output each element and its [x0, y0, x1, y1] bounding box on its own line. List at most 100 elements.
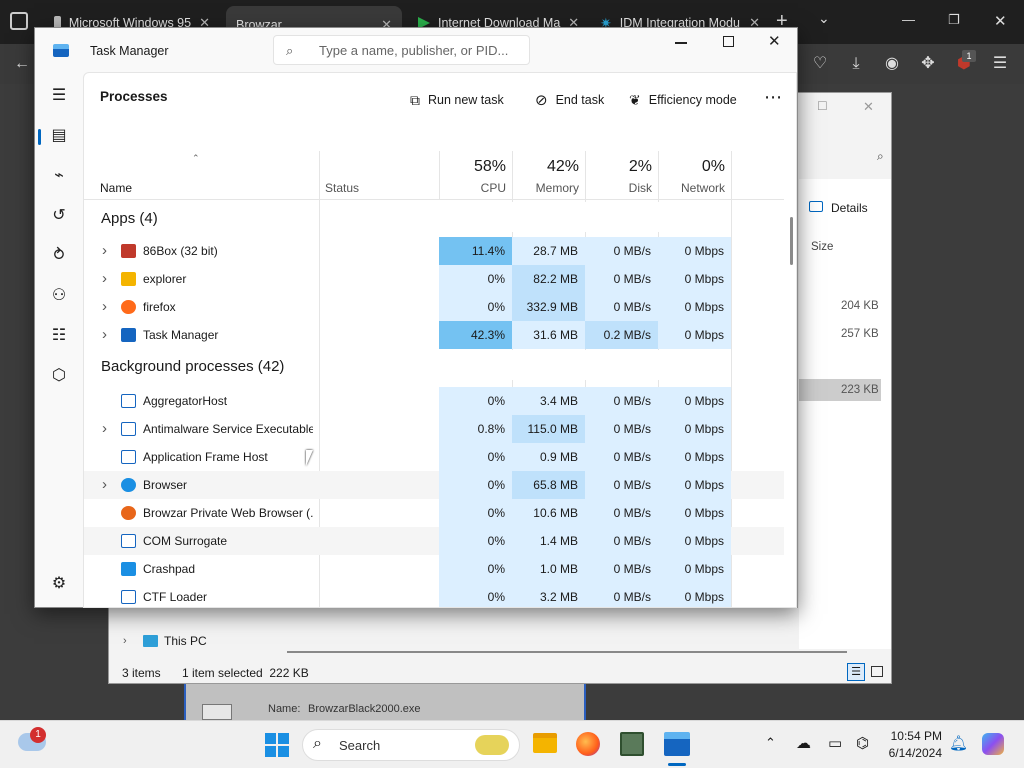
explorer-search-icon[interactable]: ⌕ [877, 149, 884, 164]
nav-item-this-pc[interactable]: This PC [164, 634, 207, 648]
nav-startup-apps-icon[interactable]: ⥁ [47, 244, 71, 268]
process-row[interactable]: › Task Manager 42.3% 31.6 MB 0.2 MB/s 0 Mbps [84, 321, 784, 349]
chevron-up-icon[interactable]: ⌃ [765, 735, 776, 751]
task-manager-taskbar-icon[interactable] [664, 732, 690, 756]
expand-chevron-icon[interactable]: › [102, 237, 107, 265]
process-row[interactable]: › explorer 0% 82.2 MB 0 MB/s 0 Mbps [84, 265, 784, 293]
copilot-icon[interactable] [982, 733, 1004, 755]
horizontal-scrollbar[interactable] [287, 651, 847, 653]
maximize-button[interactable]: ❐ [948, 12, 960, 28]
process-row[interactable]: › firefox 0% 332.9 MB 0 MB/s 0 Mbps [84, 293, 784, 321]
leaf-icon: ❦ [629, 91, 641, 108]
process-icon [121, 450, 136, 464]
pocket-icon[interactable]: ♡ [810, 54, 830, 74]
expand-chevron-icon[interactable]: › [102, 321, 107, 349]
group-cell [439, 202, 512, 232]
group-cell [658, 350, 731, 380]
minimize-button[interactable] [675, 42, 687, 44]
process-cpu-value: 0% [439, 527, 512, 555]
process-icon [121, 562, 136, 576]
column-header-status[interactable]: Status [325, 181, 359, 195]
size-column-header[interactable]: Size [811, 241, 833, 253]
account-icon[interactable]: ◉ [882, 54, 902, 74]
86box-taskbar-icon[interactable] [620, 732, 644, 756]
network-icon[interactable]: ⌬ [856, 734, 869, 752]
task-manager-window: Task Manager ⌕ Type a name, publisher, o… [34, 27, 798, 608]
process-cpu-value: 0% [439, 443, 512, 471]
tiles-view-icon[interactable] [871, 666, 883, 677]
nav-performance-icon[interactable]: ⌁ [47, 164, 71, 188]
details-view-icon[interactable]: ☰ [847, 663, 865, 681]
process-row[interactable]: › Browser 0% 65.8 MB 0 MB/s 0 Mbps [84, 471, 784, 499]
process-mem-value: 332.9 MB [512, 293, 585, 321]
expand-chevron-icon[interactable]: › [102, 471, 107, 499]
minimize-button[interactable]: — [902, 12, 915, 27]
explorer-close-icon[interactable]: ✕ [863, 99, 874, 115]
details-button[interactable]: Details [831, 201, 868, 215]
explorer-maximize-icon[interactable]: ☐ [817, 99, 828, 113]
nav-details-icon[interactable]: ☷ [47, 324, 71, 348]
firefox-taskbar-icon[interactable] [576, 732, 600, 756]
column-header-name[interactable]: Name [100, 181, 132, 195]
efficiency-mode-button[interactable]: ❦ Efficiency mode [629, 89, 737, 111]
back-arrow-icon[interactable]: ← [12, 54, 32, 74]
file-explorer-taskbar-icon[interactable] [533, 733, 557, 753]
taskbar-search-box[interactable]: ⌕ Search [302, 729, 520, 761]
chevron-right-icon[interactable]: › [123, 635, 127, 647]
settings-gear-icon[interactable]: ⚙ [47, 572, 71, 596]
close-button[interactable]: ✕ [768, 32, 781, 50]
process-icon [121, 244, 136, 258]
process-row[interactable]: Crashpad 0% 1.0 MB 0 MB/s 0 Mbps [84, 555, 784, 583]
column-header-network[interactable]: Network [660, 181, 725, 195]
clock-date[interactable]: 6/14/2024 [882, 746, 942, 760]
process-cpu-value: 42.3% [439, 321, 512, 349]
process-mem-value: 10.6 MB [512, 499, 585, 527]
file-size: 223 KB [841, 384, 879, 396]
extensions-icon[interactable]: ✥ [918, 54, 938, 74]
process-disk-value: 0 MB/s [585, 471, 658, 499]
notification-bell-icon[interactable]: 🔔︎ [949, 734, 968, 752]
details-pane-icon [809, 201, 823, 212]
process-mem-value: 82.2 MB [512, 265, 585, 293]
tab-actions-icon[interactable] [10, 12, 28, 30]
start-windows-icon[interactable] [265, 733, 289, 757]
expand-chevron-icon[interactable]: › [102, 293, 107, 321]
process-row[interactable]: › 86Box (32 bit) 11.4% 28.7 MB 0 MB/s 0 Mbps [84, 237, 784, 265]
maximize-button[interactable] [723, 36, 734, 47]
nav-processes-icon[interactable]: ▤ [47, 124, 71, 148]
process-row[interactable]: COM Surrogate 0% 1.4 MB 0 MB/s 0 Mbps [84, 527, 784, 555]
nav-users-icon[interactable]: ⚇ [47, 284, 71, 308]
process-icon [121, 506, 136, 520]
group-cell [439, 350, 512, 380]
process-mem-value: 28.7 MB [512, 237, 585, 265]
run-new-task-button[interactable]: ⧉ Run new task [410, 89, 504, 111]
expand-chevron-icon[interactable]: › [102, 415, 107, 443]
search-icon: ⌕ [313, 735, 322, 752]
process-disk-value: 0 MB/s [585, 237, 658, 265]
column-header-cpu[interactable]: CPU [440, 181, 506, 195]
process-cpu-value: 0% [439, 555, 512, 583]
download-icon[interactable]: ⤓ [846, 54, 866, 74]
tab-list-chevron-icon[interactable]: ⌄ [818, 10, 830, 27]
column-header-disk[interactable]: Disk [587, 181, 652, 195]
process-row[interactable]: Application Frame Host 0% 0.9 MB 0 MB/s 0 Mb… [84, 443, 784, 471]
process-cpu-value: 0.8% [439, 415, 512, 443]
cloud-offline-icon[interactable]: ☁ [796, 734, 811, 752]
column-header-memory[interactable]: Memory [514, 181, 579, 195]
process-row[interactable]: AggregatorHost 0% 3.4 MB 0 MB/s 0 Mbps [84, 387, 784, 415]
process-row[interactable]: Browzar Private Web Browser (... 0% 10.6 M… [84, 499, 784, 527]
close-window-button[interactable]: ✕ [994, 12, 1007, 30]
nav-app-history-icon[interactable]: ↺ [47, 204, 71, 228]
vertical-scrollbar[interactable] [790, 217, 793, 265]
hamburger-menu-icon[interactable]: ☰ [47, 84, 71, 108]
nav-services-icon[interactable]: ⬡ [47, 364, 71, 388]
search-input[interactable]: ⌕ Type a name, publisher, or PID... [273, 35, 530, 65]
menu-icon[interactable]: ☰ [990, 54, 1010, 74]
display-icon[interactable]: ▭ [828, 734, 842, 752]
end-task-button[interactable]: ⊘ End task [535, 89, 604, 111]
expand-chevron-icon[interactable]: › [102, 265, 107, 293]
clock-time[interactable]: 10:54 PM [888, 729, 942, 743]
more-options-button[interactable]: ⋯ [764, 87, 782, 108]
process-row[interactable]: › Antimalware Service Executable 0.8% 115.0… [84, 415, 784, 443]
process-row[interactable]: CTF Loader 0% 3.2 MB 0 MB/s 0 Mbps [84, 583, 784, 607]
